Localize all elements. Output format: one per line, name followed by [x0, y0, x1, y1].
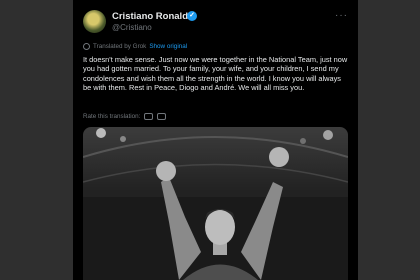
rate-translation: Rate this translation:: [83, 113, 167, 120]
tweet-photo[interactable]: [83, 127, 348, 280]
show-original-link[interactable]: Show original: [149, 43, 187, 50]
tweet-text: It doesn't make sense. Just now we were …: [83, 55, 348, 93]
translation-notice: Translated by Grok Show original: [83, 41, 187, 51]
avatar[interactable]: [83, 10, 106, 33]
thumbs-up-icon[interactable]: [144, 113, 154, 120]
author-name[interactable]: Cristiano Ronaldo: [112, 11, 194, 22]
verified-badge-icon: ✓: [187, 11, 197, 21]
more-icon[interactable]: ···: [335, 10, 348, 21]
rate-translation-label: Rate this translation:: [83, 113, 141, 120]
translated-by-label: Translated by Grok: [93, 42, 147, 50]
author-handle[interactable]: @Cristiano: [112, 23, 152, 32]
player-photo: [83, 128, 348, 280]
thumbs-down-icon[interactable]: [157, 113, 167, 120]
tweet-header: Cristiano Ronaldo ✓ @Cristiano ···: [83, 10, 348, 36]
globe-icon: [83, 42, 90, 50]
tweet-card: Cristiano Ronaldo ✓ @Cristiano ··· Trans…: [73, 0, 358, 280]
